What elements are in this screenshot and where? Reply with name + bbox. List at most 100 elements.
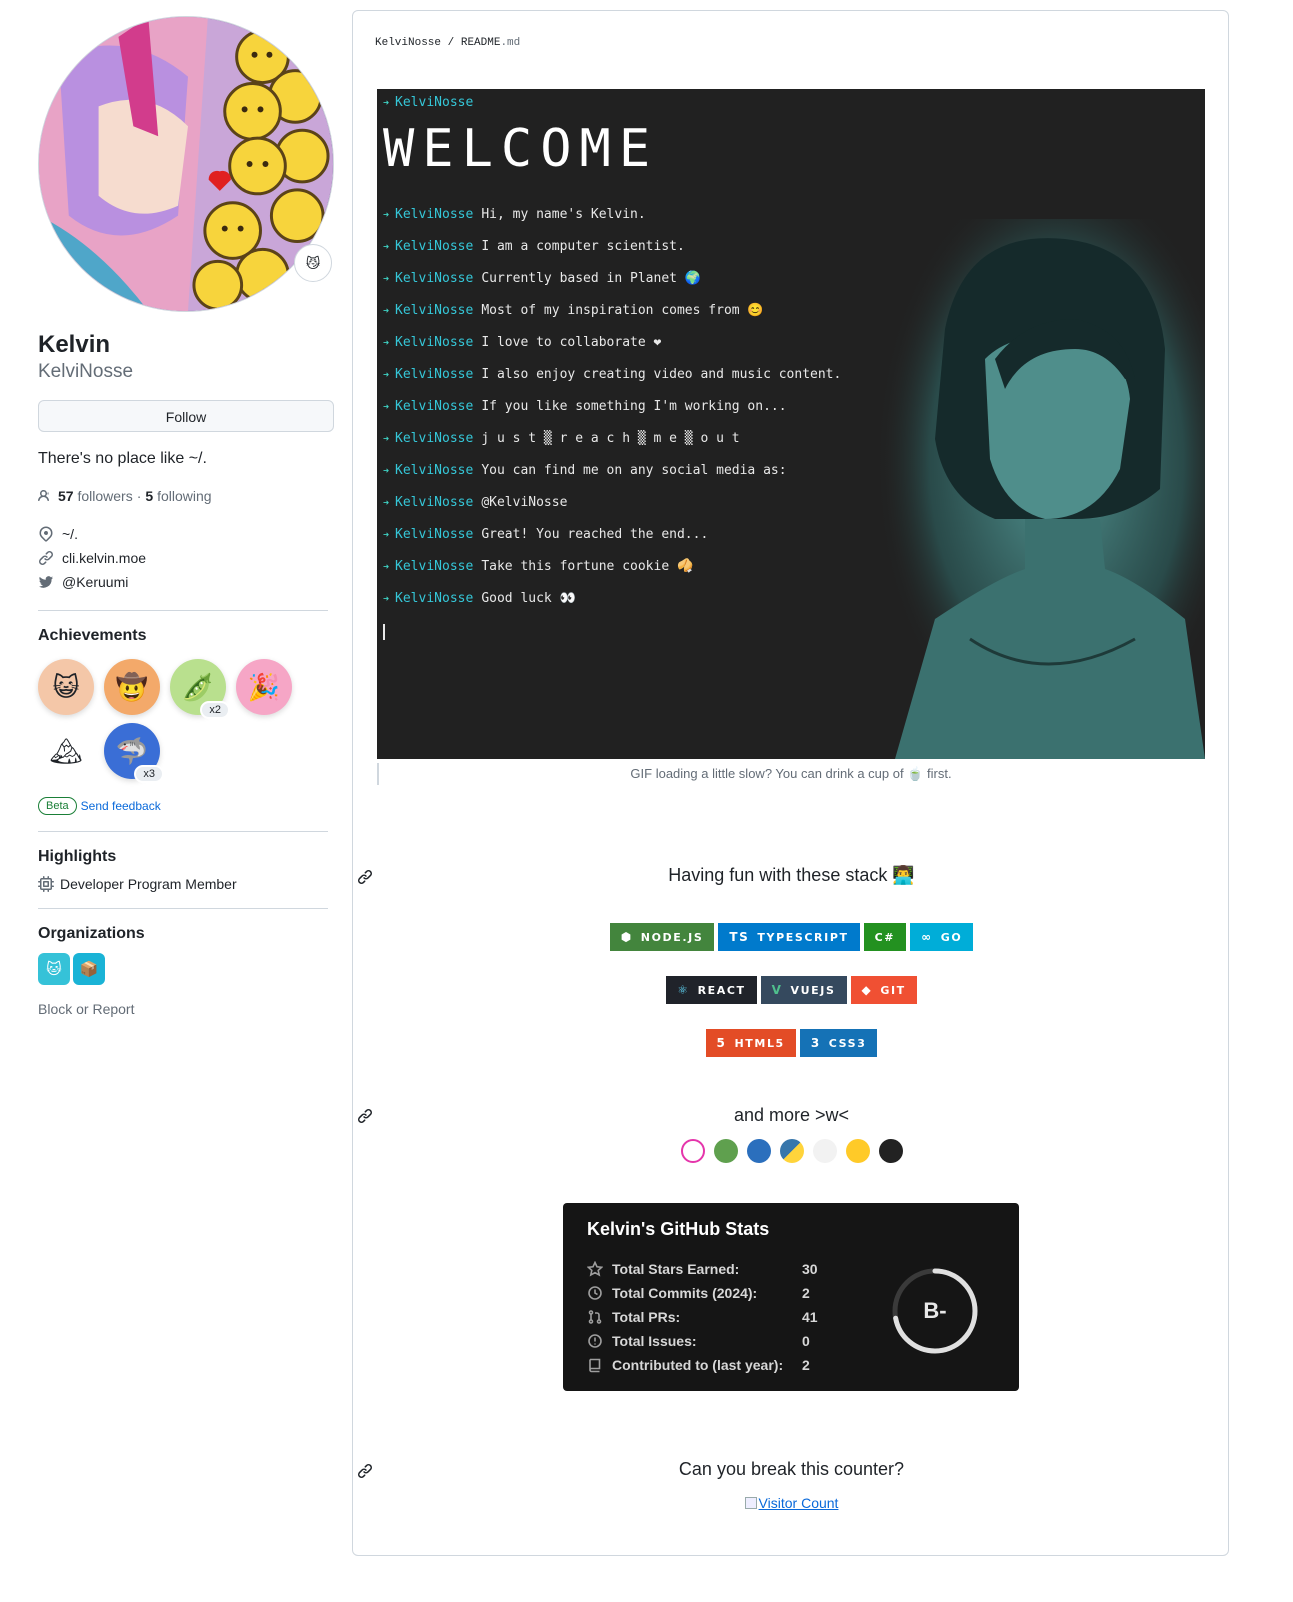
highlight-label: Developer Program Member xyxy=(60,876,237,892)
achievements-title: Achievements xyxy=(38,627,147,644)
terminal-text: I also enjoy creating video and music co… xyxy=(481,367,842,382)
welcome-banner: WELCOME xyxy=(383,119,659,179)
css3-icon: 3 xyxy=(810,1036,821,1050)
badge-label: C# xyxy=(874,930,896,944)
nodejs-icon: ⬢ xyxy=(620,930,633,944)
status-emoji[interactable]: 😼 xyxy=(294,244,332,282)
achievement-starstruck[interactable]: 😺 xyxy=(38,659,94,715)
badge-typescript[interactable]: TS TYPESCRIPT xyxy=(718,923,860,951)
twitter-item[interactable]: @Keruumi xyxy=(38,570,334,594)
terminal-user: KelviNosse xyxy=(395,431,474,446)
terminal-line: ➜ KelviNosse Currently based in Planet 🌍 xyxy=(383,271,701,286)
send-feedback-link[interactable]: Send feedback xyxy=(81,799,161,813)
stats-label: Total Commits (2024): xyxy=(612,1285,758,1301)
twitter-handle[interactable]: @Keruumi xyxy=(62,574,128,590)
stats-title: Kelvin's GitHub Stats xyxy=(587,1219,770,1239)
stats-row: Total Stars Earned: 30 xyxy=(586,1260,818,1277)
block-or-report-link[interactable]: Block or Report xyxy=(38,1001,334,1017)
prompt-arrow-icon: ➜ xyxy=(383,466,390,477)
badge-vuejs[interactable]: V VUEJS xyxy=(760,976,847,1004)
counter-heading: Can you break this counter? xyxy=(678,1459,905,1479)
badge-csharp[interactable]: C# xyxy=(863,923,907,951)
stats-value: 2 xyxy=(802,1285,810,1301)
profile-bio: There's no place like ~/. xyxy=(38,450,207,467)
organization-avatar[interactable]: 🐱 xyxy=(38,953,70,985)
achievement-pull-shark[interactable]: 🦈 x3 xyxy=(104,723,164,783)
achievement-arctic-code-vault[interactable]: 🏔 xyxy=(38,723,94,779)
prompt-arrow-icon: ➜ xyxy=(383,498,390,509)
terminal-text: Most of my inspiration comes from 😊 xyxy=(481,303,764,318)
terminal-text: Currently based in Planet 🌍 xyxy=(481,271,701,286)
terminal-user: KelviNosse xyxy=(395,367,474,382)
readme-path-user[interactable]: KelviNosse xyxy=(375,37,441,49)
stats-row: Total Commits (2024): 2 xyxy=(587,1285,810,1301)
terminal-user: KelviNosse xyxy=(395,239,474,254)
terminal-icon xyxy=(878,1139,903,1163)
gif-caption: GIF loading a little slow? You can drink… xyxy=(630,766,952,781)
terminal-user: KelviNosse xyxy=(395,591,474,606)
badge-react[interactable]: ⚛ REACT xyxy=(666,976,757,1004)
prompt-arrow-icon: ➜ xyxy=(383,530,390,541)
website-link[interactable]: cli.kelvin.moe xyxy=(62,550,146,566)
badge-git[interactable]: ◆ GIT xyxy=(850,976,917,1004)
follow-button[interactable]: Follow xyxy=(38,400,334,432)
achievement-quickdraw[interactable]: 🤠 xyxy=(104,659,160,715)
badge-label: TYPESCRIPT xyxy=(757,930,849,944)
terminal-text: Good luck 👀 xyxy=(481,591,576,606)
badge-label: HTML5 xyxy=(734,1036,785,1050)
visitor-counter: Visitor Count xyxy=(353,1495,1230,1511)
terminal-text: Great! You reached the end... xyxy=(481,527,709,542)
git-icon: ◆ xyxy=(861,983,873,997)
website-item[interactable]: cli.kelvin.moe xyxy=(38,546,334,570)
cpu-icon xyxy=(38,876,54,892)
avatar[interactable] xyxy=(38,16,334,312)
terminal-line: ➜ KelviNosse I also enjoy creating video a… xyxy=(383,367,841,382)
following-link[interactable]: 5 following xyxy=(145,488,211,504)
organization-avatar[interactable]: 📦 xyxy=(73,953,105,985)
csharp-icon xyxy=(746,1139,771,1163)
beta-label: Beta xyxy=(38,797,77,815)
followers-link[interactable]: 57 followers xyxy=(58,488,133,504)
twitter-icon xyxy=(39,576,53,588)
repo-icon xyxy=(589,1358,601,1373)
prompt-arrow-icon: ➜ xyxy=(383,370,390,381)
vue-icon: V xyxy=(771,983,783,997)
star-icon xyxy=(586,1260,604,1277)
terminal-text: Hi, my name's Kelvin. xyxy=(481,207,646,222)
stack-heading: Having fun with these stack 👨‍💻 xyxy=(668,865,915,885)
achievement-yolo[interactable]: 🎉 xyxy=(236,659,292,715)
prompt-arrow-icon: ➜ xyxy=(383,594,390,605)
vcard-details: ~/. cli.kelvin.moe @Keruumi xyxy=(38,522,334,594)
stats-label: Contributed to (last year): xyxy=(612,1357,784,1373)
terminal-user: KelviNosse xyxy=(395,527,474,542)
badge-nodejs[interactable]: ⬢ NODE.JS xyxy=(609,923,715,951)
badge-label: CSS3 xyxy=(828,1036,867,1050)
terminal-line: ➜ KelviNosse Hi, my name's Kelvin. xyxy=(383,207,646,222)
highlight-developer-program[interactable]: Developer Program Member xyxy=(38,876,334,892)
terminal-user: KelviNosse xyxy=(395,463,474,478)
terminal-line: ➜ KelviNosse Most of my inspiration comes … xyxy=(383,303,764,318)
badge-html5[interactable]: 5 HTML5 xyxy=(705,1029,796,1057)
terminal-user: KelviNosse xyxy=(395,399,474,414)
following-count: 5 xyxy=(145,488,154,504)
visitor-count-link[interactable]: Visitor Count xyxy=(744,1495,838,1511)
prompt-arrow-icon: ➜ xyxy=(383,306,390,317)
terminal-line: ➜ KelviNosse Take this fortune cookie 🥠 xyxy=(383,559,693,574)
following-label: following xyxy=(157,488,212,504)
terminal-cursor xyxy=(383,624,385,640)
achievement-pair-extraordinaire[interactable]: 🫛 x2 xyxy=(170,659,230,719)
terminal-line: ➜ KelviNosse I love to collaborate ❤ xyxy=(383,335,661,350)
pull-request-icon xyxy=(588,1310,602,1324)
badge-css3[interactable]: 3 CSS3 xyxy=(799,1029,878,1057)
terminal-line: ➜ KelviNosse Great! You reached the end... xyxy=(383,527,708,542)
express-icon xyxy=(812,1139,837,1163)
organizations-list: 🐱 📦 xyxy=(38,953,334,985)
badge-label: NODE.JS xyxy=(640,930,704,944)
badge-go[interactable]: ∞ GO xyxy=(910,923,974,951)
html5-icon: 5 xyxy=(716,1036,727,1050)
python-icon xyxy=(779,1139,804,1163)
readme-breadcrumb: KelviNosse / README.md xyxy=(375,37,520,49)
terminal-user: KelviNosse xyxy=(395,495,474,510)
terminal-text: I am a computer scientist. xyxy=(481,239,685,254)
prompt-arrow-icon: ➜ xyxy=(383,274,390,285)
